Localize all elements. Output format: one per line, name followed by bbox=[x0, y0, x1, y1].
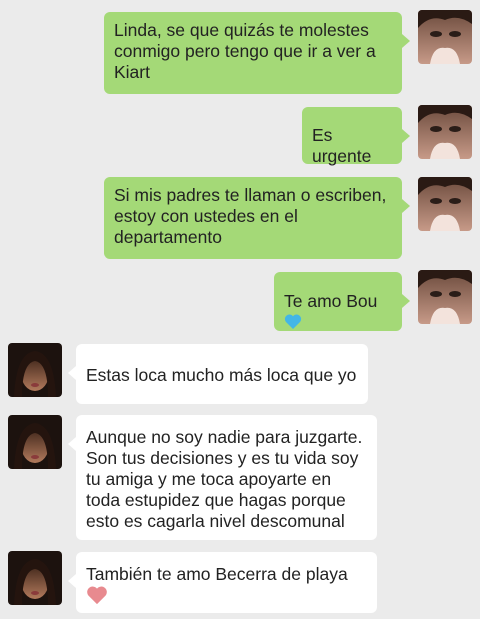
chat-thread: Linda, se que quizás te molestes conmigo… bbox=[0, 0, 480, 619]
message-text: Si mis padres te llaman o escriben, esto… bbox=[114, 185, 387, 247]
message-bubble-incoming[interactable]: Estas loca mucho más loca que yo bbox=[68, 344, 368, 404]
message-bubble-incoming[interactable]: Aunque no soy nadie para juzgarte. Son t… bbox=[68, 415, 377, 540]
message-text: Estas loca mucho más loca que yo bbox=[86, 365, 357, 385]
avatar-contact-photo-icon bbox=[8, 415, 62, 469]
message-text: Es urgente bbox=[312, 125, 372, 166]
blue-heart-icon bbox=[284, 314, 302, 329]
message-text: Aunque no soy nadie para juzgarte. Son t… bbox=[86, 427, 363, 531]
message-text: Te amo Bou bbox=[284, 291, 378, 311]
avatar-user-photo-icon bbox=[418, 177, 472, 231]
message-bubble-outgoing[interactable]: Linda, se que quizás te molestes conmigo… bbox=[104, 12, 410, 94]
avatar-user-photo-icon bbox=[418, 105, 472, 159]
avatar[interactable] bbox=[8, 551, 62, 605]
avatar[interactable] bbox=[418, 177, 472, 231]
avatar-user-photo-icon bbox=[418, 270, 472, 324]
message-bubble-incoming[interactable]: También te amo Becerra de playa bbox=[68, 552, 377, 613]
message-bubble-outgoing[interactable]: Si mis padres te llaman o escriben, esto… bbox=[104, 177, 410, 259]
message-bubble-outgoing[interactable]: Es urgente bbox=[302, 107, 410, 166]
message-text: Linda, se que quizás te molestes conmigo… bbox=[114, 20, 376, 82]
avatar[interactable] bbox=[418, 270, 472, 324]
avatar[interactable] bbox=[418, 10, 472, 64]
message-bubble-outgoing[interactable]: Te amo Bou bbox=[274, 272, 410, 331]
message-text: También te amo Becerra de playa bbox=[86, 564, 348, 584]
avatar-user-photo-icon bbox=[418, 10, 472, 64]
pink-heart-icon bbox=[87, 586, 107, 605]
avatar[interactable] bbox=[418, 105, 472, 159]
avatar-contact-photo-icon bbox=[8, 551, 62, 605]
avatar[interactable] bbox=[8, 415, 62, 469]
avatar-contact-photo-icon bbox=[8, 343, 62, 397]
avatar[interactable] bbox=[8, 343, 62, 397]
